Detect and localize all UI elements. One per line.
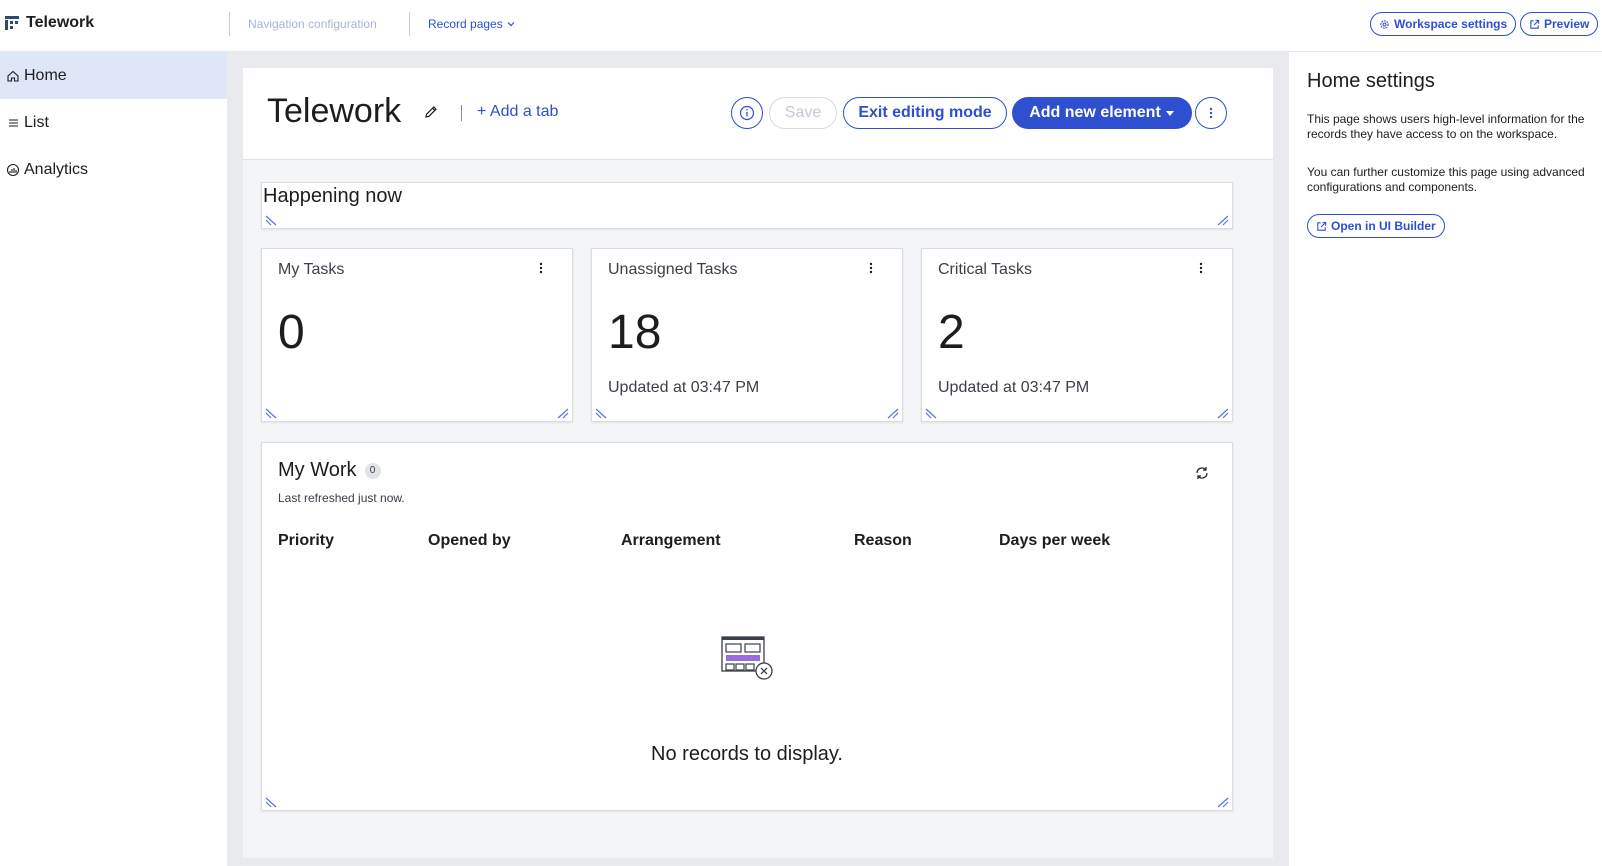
home-settings-panel: Home settings This page shows users high… [1289, 52, 1602, 866]
column-header-arrangement[interactable]: Arrangement [621, 532, 721, 550]
kpi-value[interactable]: 18 [608, 305, 661, 360]
panel-description: This page shows users high-level informa… [1307, 112, 1585, 141]
resize-handle-icon[interactable] [265, 407, 279, 419]
resize-handle-icon[interactable] [265, 796, 279, 808]
add-tab-button[interactable]: + Add a tab [477, 103, 558, 121]
save-button[interactable]: Save [769, 97, 837, 129]
app-brand[interactable]: Telework [4, 14, 94, 32]
open-in-ui-builder-label: Open in UI Builder [1331, 219, 1436, 233]
column-header-days-per-week[interactable]: Days per week [999, 532, 1110, 550]
sidebar-item-label: Home [24, 66, 67, 84]
kpi-card-unassigned-tasks[interactable]: Unassigned Tasks 18 Updated at 03:47 PM [591, 248, 903, 422]
kpi-updated-text: Updated at 03:47 PM [608, 379, 760, 396]
record-pages-dropdown[interactable]: Record pages [428, 17, 516, 31]
column-header-priority[interactable]: Priority [278, 532, 334, 550]
sidebar-item-list[interactable]: List [0, 99, 227, 146]
kpi-menu-button[interactable] [534, 261, 548, 280]
add-new-element-button[interactable]: Add new element [1012, 97, 1192, 129]
kpi-updated-text: Updated at 03:47 PM [938, 379, 1090, 396]
app-name: Telework [26, 14, 95, 31]
workspace-settings-label: Workspace settings [1394, 17, 1508, 31]
gear-icon [1380, 19, 1389, 29]
kpi-value[interactable]: 0 [278, 305, 305, 360]
external-link-icon [1530, 19, 1540, 29]
page-title: Telework [267, 92, 402, 130]
resize-handle-icon[interactable] [1215, 796, 1229, 808]
plus-icon: + [477, 103, 487, 120]
add-new-element-label: Add new element [1029, 104, 1161, 121]
add-tab-label: Add a tab [489, 103, 559, 120]
page-canvas: Telework + Add a tab Save Exit editing m… [227, 52, 1289, 866]
last-refreshed-text: Last refreshed just now. [278, 491, 405, 505]
resize-handle-icon[interactable] [265, 214, 279, 226]
divider [409, 12, 410, 36]
info-button[interactable] [731, 97, 763, 129]
workspace-settings-button[interactable]: Workspace settings [1370, 12, 1517, 36]
more-vertical-icon [1209, 107, 1213, 119]
my-work-heading: My Work 0 [278, 459, 381, 482]
divider [229, 12, 230, 36]
my-work-title: My Work [278, 459, 357, 481]
resize-handle-icon[interactable] [555, 407, 569, 419]
resize-handle-icon[interactable] [925, 407, 939, 419]
panel-title: Home settings [1307, 70, 1435, 92]
kpi-title: My Tasks [278, 261, 345, 278]
kpi-title: Critical Tasks [938, 261, 1032, 278]
refresh-button[interactable] [1194, 465, 1210, 486]
empty-table-icon [721, 636, 773, 680]
more-vertical-icon [1199, 262, 1203, 274]
open-in-ui-builder-button[interactable]: Open in UI Builder [1307, 214, 1445, 238]
edit-title-button[interactable] [423, 104, 439, 125]
navigation-configuration-link[interactable]: Navigation configuration [248, 17, 377, 31]
analytics-icon [6, 163, 20, 176]
record-pages-label: Record pages [428, 17, 503, 31]
kpi-card-critical-tasks[interactable]: Critical Tasks 2 Updated at 03:47 PM [921, 248, 1233, 422]
divider [461, 105, 462, 121]
kpi-menu-button[interactable] [1194, 261, 1208, 280]
resize-handle-icon[interactable] [885, 407, 899, 419]
empty-state-message: No records to display. [651, 743, 843, 765]
sidebar: Home List Analytics [0, 52, 227, 866]
home-icon [7, 70, 19, 82]
pencil-icon [425, 106, 437, 118]
resize-handle-icon[interactable] [595, 407, 609, 419]
kpi-menu-button[interactable] [864, 261, 878, 280]
info-icon [739, 105, 755, 121]
preview-button[interactable]: Preview [1520, 12, 1599, 36]
sidebar-item-analytics[interactable]: Analytics [0, 146, 227, 193]
my-work-list[interactable]: My Work 0 Last refreshed just now. Prior… [261, 442, 1233, 811]
kpi-card-my-tasks[interactable]: My Tasks 0 [261, 248, 573, 422]
app-logo-icon [4, 15, 20, 31]
page-editor: Telework + Add a tab Save Exit editing m… [243, 68, 1273, 858]
preview-label: Preview [1544, 17, 1590, 31]
more-vertical-icon [869, 262, 873, 274]
column-header-reason[interactable]: Reason [854, 532, 912, 550]
editor-header: Telework + Add a tab Save Exit editing m… [243, 68, 1273, 160]
sidebar-item-home[interactable]: Home [0, 52, 227, 99]
refresh-icon [1196, 467, 1208, 479]
caret-down-icon [1165, 111, 1174, 116]
happening-now-container[interactable]: Happening now [261, 182, 1233, 229]
panel-description: You can further customize this page usin… [1307, 165, 1585, 194]
top-bar: Telework Navigation configuration Record… [0, 0, 1602, 52]
sidebar-item-label: Analytics [24, 160, 89, 178]
list-icon [9, 118, 18, 127]
count-badge: 0 [364, 462, 381, 479]
column-header-opened-by[interactable]: Opened by [428, 532, 511, 550]
more-options-button[interactable] [1195, 97, 1227, 129]
external-link-icon [1317, 221, 1327, 231]
exit-editing-mode-button[interactable]: Exit editing mode [843, 97, 1007, 129]
happening-now-heading: Happening now [263, 185, 402, 207]
more-vertical-icon [539, 262, 543, 274]
kpi-value[interactable]: 2 [938, 305, 965, 360]
resize-handle-icon[interactable] [1215, 214, 1229, 226]
kpi-title: Unassigned Tasks [608, 261, 738, 278]
chevron-down-icon [507, 22, 515, 27]
sidebar-item-label: List [24, 113, 49, 131]
resize-handle-icon[interactable] [1215, 407, 1229, 419]
